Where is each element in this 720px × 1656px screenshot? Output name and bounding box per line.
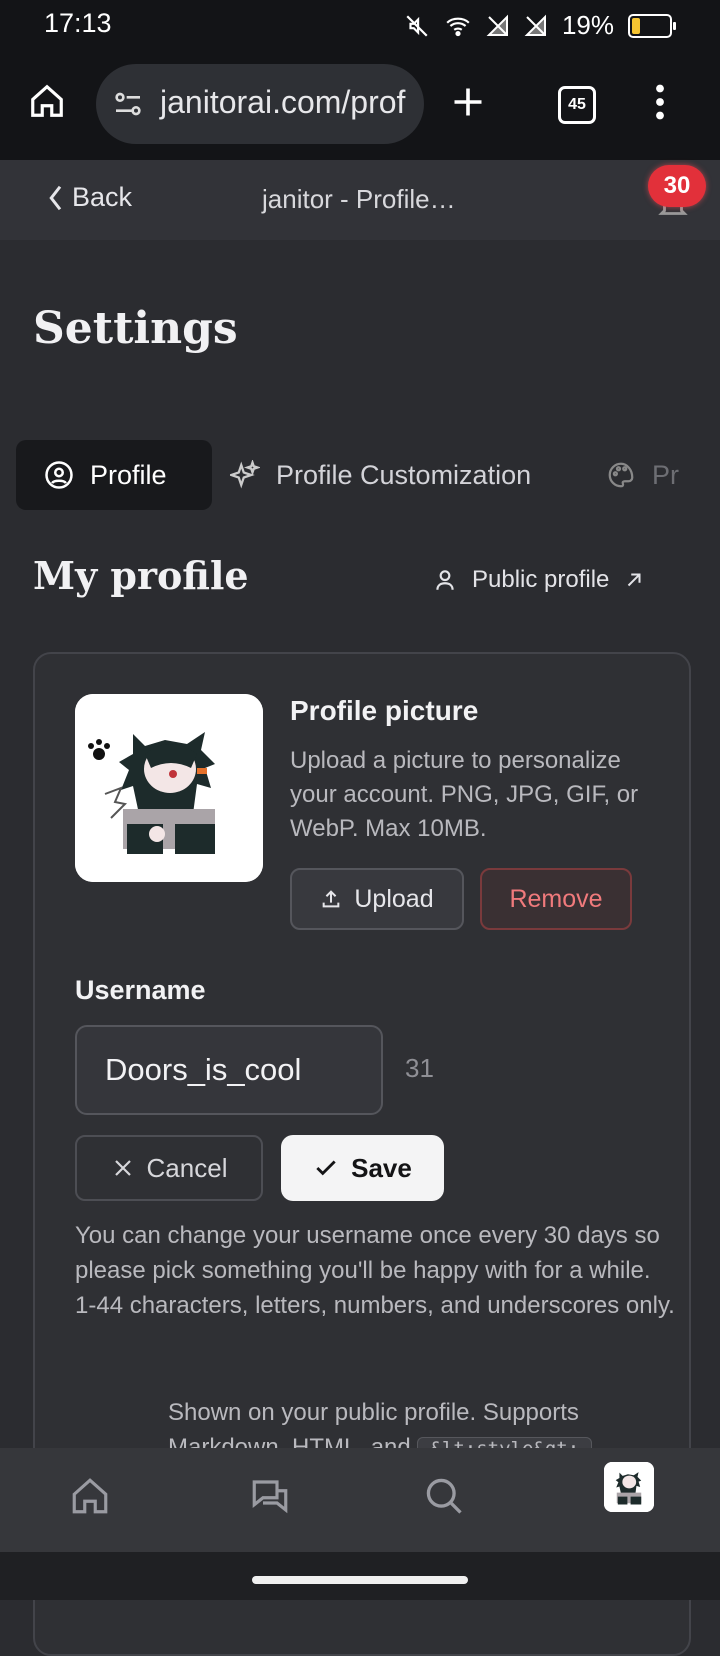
app-header: Back janitor - Profile… [0,160,720,240]
nav-chats[interactable] [240,1466,300,1526]
tab-profile[interactable]: Profile [16,440,212,510]
chat-icon [252,1480,288,1514]
upload-icon [323,890,340,908]
nav-search[interactable] [414,1466,474,1526]
public-profile-label: Public profile [472,566,610,593]
tab-label: Pr [652,459,679,490]
username-char-counter: 31 [405,1053,434,1083]
sparkles-icon [230,460,260,489]
status-time: 17:13 [44,8,112,38]
back-label: Back [72,182,133,212]
home-icon [72,1478,108,1514]
tab-preferences[interactable]: Pr [606,440,679,510]
palette-icon [608,462,634,488]
chevron-left-icon [49,185,62,210]
check-icon [316,1160,336,1176]
upload-label: Upload [354,884,434,913]
tab-label: Profile [90,459,167,490]
back-button[interactable]: Back [44,182,132,213]
header-title: janitor - Profile… [262,184,456,214]
bottom-nav [0,1448,720,1552]
new-tab-icon[interactable] [450,84,486,120]
user-circle-icon [45,461,73,489]
cancel-label: Cancel [146,1152,228,1183]
no-signal-icon [486,14,508,36]
nav-avatar[interactable] [604,1462,654,1512]
page-title: Settings [33,303,238,354]
profile-picture-title: Profile picture [290,695,479,726]
cancel-button[interactable]: Cancel [75,1135,263,1201]
status-bar: 17:13 19% [0,0,720,52]
user-icon [436,570,454,590]
browser-toolbar: janitorai.com/prof 45 [0,52,720,162]
close-icon [114,1160,131,1176]
battery-fill [632,17,640,34]
public-profile-link[interactable]: Public profile [432,566,645,594]
external-arrow-icon [628,573,641,587]
remove-button[interactable]: Remove [480,868,632,930]
username-value: Doors_is_cool [105,1052,302,1087]
search-icon [426,1478,462,1514]
username-input[interactable]: Doors_is_cool [75,1025,383,1115]
no-signal-icon [524,14,546,36]
url-bar[interactable]: janitorai.com/prof [96,64,424,144]
avatar [604,1462,654,1512]
section-title: My profile [33,553,249,598]
battery-percent: 19% [561,10,614,40]
tab-profile-customization[interactable]: Profile Customization [230,440,531,510]
avatar-image [75,694,263,882]
mute-icon [406,14,428,37]
notification-badge[interactable]: 30 [648,165,706,207]
profile-picture-description: Upload a picture to personalize your acc… [290,747,639,842]
home-icon[interactable] [28,82,66,120]
save-label: Save [351,1152,412,1183]
status-icons: 19% [404,10,676,41]
username-help-text: You can change your username once every … [75,1222,675,1319]
profile-picture [75,694,263,882]
remove-label: Remove [509,884,603,913]
tab-label: Profile Customization [276,459,532,490]
nav-home[interactable] [60,1466,120,1526]
save-button[interactable]: Save [281,1135,444,1201]
username-label: Username [75,975,206,1005]
tab-switcher-button[interactable]: 45 [558,86,596,124]
site-settings-icon[interactable] [112,88,144,120]
wifi-icon [446,17,470,36]
settings-tabs: Profile Profile Customization Pr [0,440,720,510]
url-text: janitorai.com/prof [160,84,406,120]
more-menu-icon[interactable] [648,84,672,120]
upload-button[interactable]: Upload [290,868,464,930]
home-gesture-handle[interactable] [252,1576,468,1584]
battery-icon [628,13,676,38]
